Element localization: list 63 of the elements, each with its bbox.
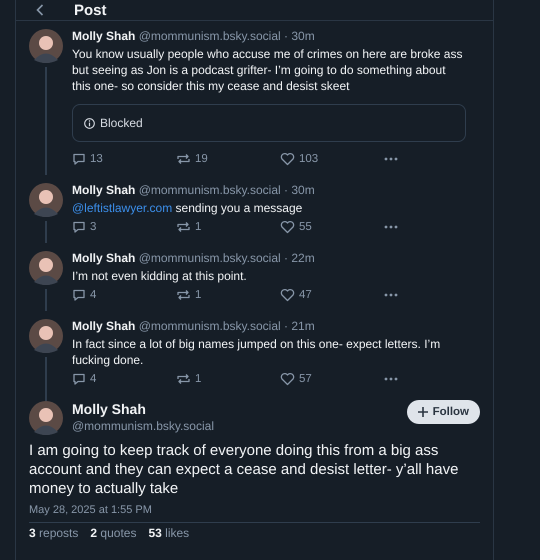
author-handle[interactable]: @mommunism.bsky.social xyxy=(138,183,281,197)
like-count: 55 xyxy=(299,221,312,233)
like-count: 103 xyxy=(299,153,318,165)
author-name[interactable]: Molly Shah xyxy=(72,401,398,418)
repost-count: 1 xyxy=(195,373,202,385)
post-text: @leftistlawyer.com sending you a message xyxy=(72,200,304,216)
author-name[interactable]: Molly Shah xyxy=(72,29,136,43)
avatar-icon[interactable] xyxy=(29,251,63,285)
back-icon[interactable] xyxy=(36,4,44,16)
post-text: I’m not even kidding at this point. xyxy=(72,268,248,284)
heart-icon[interactable] xyxy=(280,372,295,386)
heart-icon[interactable] xyxy=(280,152,295,166)
author-handle[interactable]: @mommunism.bsky.social xyxy=(138,29,281,43)
avatar-icon[interactable] xyxy=(29,401,63,435)
reply-count: 13 xyxy=(90,153,103,165)
reply-count: 4 xyxy=(90,289,96,301)
repost-icon[interactable] xyxy=(176,152,191,166)
avatar-icon[interactable] xyxy=(29,183,63,217)
author-name[interactable]: Molly Shah xyxy=(72,251,136,265)
avatar-icon[interactable] xyxy=(29,29,63,63)
repost-count: 19 xyxy=(195,153,208,165)
post-text: I am going to keep track of everyone doing this from a big ass account and they can expect a cease and desist letter- y’all have money to actually take xyxy=(29,441,460,498)
info-icon xyxy=(84,118,95,128)
post-text: In fact since a lot of big names jumped on this one- expect letters. I’m fucking done. xyxy=(72,336,442,368)
engagement-stat[interactable]: 3 reposts xyxy=(29,526,78,540)
author-name[interactable]: Molly Shah xyxy=(72,183,136,197)
repost-count: 1 xyxy=(195,289,202,301)
blocked-label: Blocked xyxy=(100,116,143,130)
like-count: 47 xyxy=(299,289,312,301)
page-title: Post xyxy=(74,2,107,18)
engagement-stat[interactable]: 53 likes xyxy=(148,526,190,540)
post-time: · 30m xyxy=(284,183,315,197)
author-handle[interactable]: @mommunism.bsky.social xyxy=(138,319,281,333)
comment-icon[interactable] xyxy=(72,288,86,302)
more-icon[interactable] xyxy=(384,377,398,381)
repost-icon[interactable] xyxy=(176,288,191,302)
author-handle[interactable]: @mommunism.bsky.social xyxy=(138,251,281,265)
more-icon[interactable] xyxy=(384,225,398,229)
reply-count: 3 xyxy=(90,221,96,233)
comment-icon[interactable] xyxy=(72,220,86,234)
more-icon[interactable] xyxy=(384,293,398,297)
post-time: · 22m xyxy=(284,251,315,265)
reply-count: 4 xyxy=(90,373,96,385)
post-time: · 21m xyxy=(284,319,315,333)
post-time: · 30m xyxy=(284,29,315,43)
author-name[interactable]: Molly Shah xyxy=(72,319,136,333)
engagement-stat[interactable]: 2 quotes xyxy=(90,526,136,540)
plus-icon xyxy=(418,407,428,417)
like-count: 57 xyxy=(299,373,312,385)
post-text: You know usually people who accuse me of crimes on here are broke ass but seeing as Jon is a podcast grifter- I’m going to do something about this one- so consider this my cease and desist skeet xyxy=(72,46,464,94)
heart-icon[interactable] xyxy=(280,288,295,302)
comment-icon[interactable] xyxy=(72,152,86,166)
repost-count: 1 xyxy=(195,221,202,233)
repost-icon[interactable] xyxy=(176,372,191,386)
post-timestamp: May 28, 2025 at 1:55 PM xyxy=(29,504,480,523)
mention-link[interactable]: @leftistlawyer.com xyxy=(72,201,172,215)
follow-button[interactable]: Follow xyxy=(406,400,480,424)
avatar-icon[interactable] xyxy=(29,319,63,353)
author-handle[interactable]: @mommunism.bsky.social xyxy=(72,418,398,434)
repost-icon[interactable] xyxy=(176,220,191,234)
more-icon[interactable] xyxy=(384,157,398,161)
comment-icon[interactable] xyxy=(72,372,86,386)
heart-icon[interactable] xyxy=(280,220,295,234)
